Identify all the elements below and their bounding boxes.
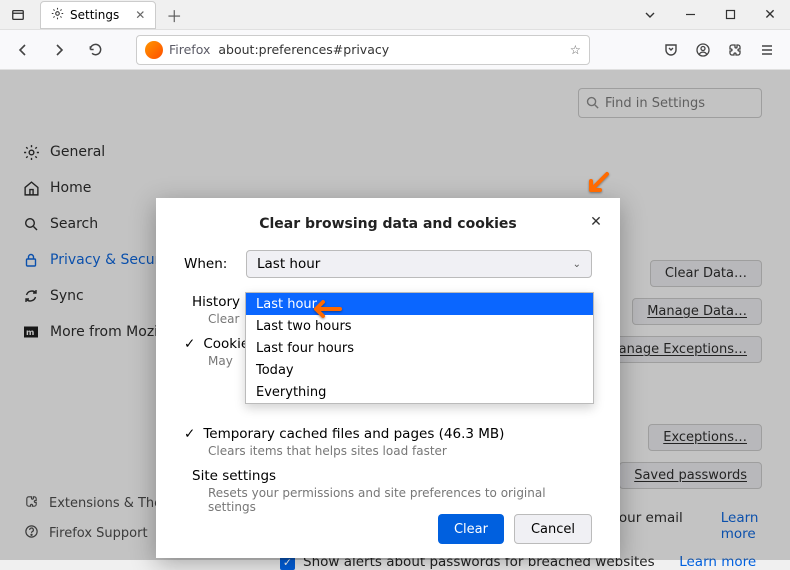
when-select[interactable]: Last hour ⌄ — [246, 250, 592, 278]
site-settings-option[interactable]: Site settings Resets your permissions an… — [184, 468, 592, 514]
checkbox-icon: ✓ — [184, 426, 195, 442]
minimize-button[interactable] — [670, 0, 710, 30]
annotation-arrow-icon — [583, 170, 611, 202]
chevron-down-icon: ⌄ — [573, 259, 581, 270]
extensions-icon[interactable] — [720, 35, 750, 65]
maximize-button[interactable] — [710, 0, 750, 30]
tab-settings[interactable]: Settings ✕ — [40, 1, 156, 29]
dialog-title: Clear browsing data and cookies ✕ — [156, 198, 620, 246]
account-icon[interactable] — [688, 35, 718, 65]
url-brand: Firefox — [169, 42, 210, 57]
firefox-icon — [145, 41, 163, 59]
option-desc: Resets your permissions and site prefere… — [208, 486, 592, 514]
close-dialog-button[interactable]: ✕ — [586, 212, 606, 232]
cancel-button[interactable]: Cancel — [514, 514, 592, 544]
when-label: When: — [184, 256, 232, 272]
dropdown-option-last-hour[interactable]: Last hour — [246, 293, 593, 315]
bookmark-star-icon[interactable]: ☆ — [570, 42, 581, 57]
dropdown-option-last-two-hours[interactable]: Last two hours — [246, 315, 593, 337]
titlebar: Settings ✕ ＋ ✕ — [0, 0, 790, 30]
when-row: When: Last hour ⌄ — [184, 250, 592, 278]
dropdown-option-today[interactable]: Today — [246, 359, 593, 381]
save-pocket-icon[interactable] — [656, 35, 686, 65]
checkbox-icon: ✓ — [184, 336, 195, 352]
when-dropdown: Last hour Last two hours Last four hours… — [245, 292, 594, 404]
close-window-button[interactable]: ✕ — [750, 0, 790, 30]
option-desc: Clears items that helps sites load faste… — [208, 444, 592, 458]
chevron-down-icon[interactable] — [630, 0, 670, 30]
tab-list-button[interactable] — [0, 1, 36, 29]
annotation-arrow-icon — [310, 298, 342, 324]
back-button[interactable] — [8, 35, 38, 65]
new-tab-button[interactable]: ＋ — [160, 1, 188, 29]
url-text: about:preferences#privacy — [218, 42, 389, 57]
address-bar[interactable]: Firefox about:preferences#privacy ☆ — [136, 35, 590, 65]
when-selected-value: Last hour — [257, 256, 320, 272]
forward-button[interactable] — [44, 35, 74, 65]
dropdown-option-everything[interactable]: Everything — [246, 381, 593, 403]
tab-label: Settings — [70, 8, 119, 22]
cache-option[interactable]: ✓Temporary cached files and pages (46.3 … — [184, 426, 592, 458]
close-tab-icon[interactable]: ✕ — [135, 8, 145, 22]
settings-page: General Home Search Privacy & Security S… — [0, 70, 790, 560]
reload-button[interactable] — [80, 35, 110, 65]
menu-button[interactable] — [752, 35, 782, 65]
clear-button[interactable]: Clear — [438, 514, 504, 544]
toolbar: Firefox about:preferences#privacy ☆ — [0, 30, 790, 70]
dropdown-option-last-four-hours[interactable]: Last four hours — [246, 337, 593, 359]
clear-data-dialog: Clear browsing data and cookies ✕ When: … — [156, 198, 620, 558]
gear-icon — [51, 7, 64, 23]
